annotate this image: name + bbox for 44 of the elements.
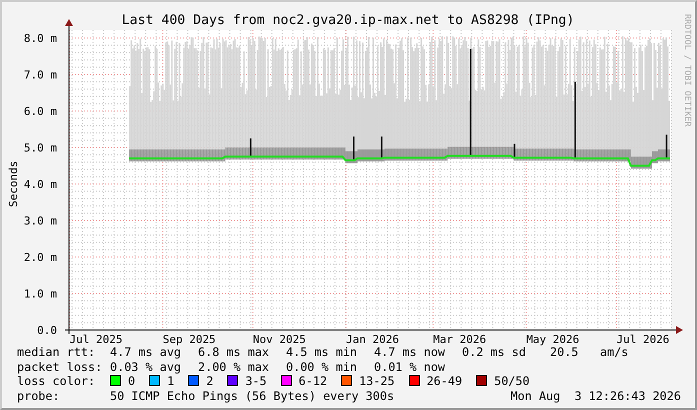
axis-label: 7.0 m — [24, 68, 57, 82]
axis-label: 8.0 m — [24, 32, 57, 45]
probe-text: 50 ICMP Echo Pings (56 Bytes) every 300s — [110, 388, 394, 404]
axis-label: Nov 2025 — [252, 333, 306, 346]
axis-label: Jan 2026 — [346, 333, 399, 346]
axis-label: Jul 2025 — [70, 333, 123, 346]
axis-label: Mar 2026 — [433, 333, 486, 346]
stat-value: 20.5 — [550, 345, 580, 360]
stat-value: 2.00 % max — [198, 360, 270, 374]
swatch-label: 3-5 — [245, 374, 267, 388]
legend-label: probe: — [17, 388, 61, 404]
chart-title: Last 400 Days from noc2.gva20.ip-max.net to AS8298 (IPng) — [122, 13, 574, 28]
timestamp: Mon Aug 3 12:26:43 2026 — [510, 388, 682, 404]
legend-label: packet loss: — [17, 360, 104, 374]
axis-label: 1.0 m — [24, 288, 57, 300]
axis-label: Sep 2025 — [162, 333, 216, 346]
stat-value: 0.00 % min — [286, 360, 358, 374]
swatch-label: 6-12 — [298, 374, 328, 388]
swatch-label: 26-49 — [426, 374, 462, 388]
legend-label: median rtt: — [17, 345, 96, 360]
axis-label: 6.0 m — [24, 105, 57, 118]
swatch-label: 2 — [206, 374, 214, 388]
stat-value: 0.01 % now — [374, 360, 446, 374]
axis-label: 2.0 m — [24, 251, 57, 264]
stat-value: 4.5 ms min — [286, 345, 358, 360]
axis-label: 3.0 m — [24, 214, 57, 228]
credit-text: RRDTOOL / TOBI OETIKER — [682, 14, 692, 127]
stat-value: 0.2 ms sd — [462, 345, 526, 360]
swatch-label: 13-25 — [359, 374, 395, 388]
legend-label: loss color: — [17, 374, 96, 389]
axis-label: May 2026 — [526, 333, 580, 346]
axis-title: Seconds — [7, 160, 20, 208]
axis-label: Jul 2026 — [616, 333, 670, 346]
swatch-label: 1 — [167, 374, 174, 388]
stat-value: am/s — [600, 345, 630, 360]
swatch-label: 50/50 — [494, 374, 530, 388]
axis-label: 4.0 m — [24, 178, 57, 191]
stat-value: 0.03 % avg — [110, 360, 182, 374]
axis-label: 0.0 — [37, 324, 57, 337]
stat-value: 4.7 ms avg — [110, 345, 182, 360]
axis-label: 5.0 m — [24, 142, 57, 154]
swatch-label: 0 — [128, 374, 136, 388]
stat-value: 6.8 ms max — [198, 345, 270, 360]
stat-value: 4.7 ms now — [374, 345, 446, 360]
